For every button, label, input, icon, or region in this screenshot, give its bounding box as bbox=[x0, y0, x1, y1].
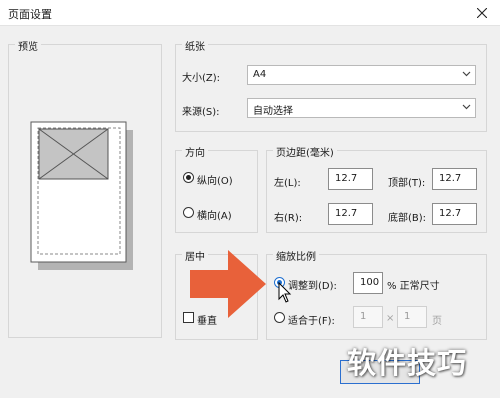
title-bar: 页面设置 bbox=[0, 0, 500, 26]
chevron-down-icon bbox=[462, 71, 471, 77]
adjust-to-suffix: % 正常尺寸 bbox=[387, 281, 440, 292]
orientation-label: 方向 bbox=[182, 144, 208, 159]
margins-group: 页边距(毫米) 左(L): 12.7 顶部(T): 12.7 右(R): 12.… bbox=[266, 144, 487, 233]
scaling-label: 缩放比例 bbox=[273, 248, 319, 263]
margin-left-input[interactable]: 12.7 bbox=[328, 168, 373, 190]
paper-size-select[interactable]: A4 bbox=[247, 65, 476, 85]
margin-top-input[interactable]: 12.7 bbox=[432, 168, 477, 190]
margin-bottom-input[interactable]: 12.7 bbox=[432, 203, 477, 225]
chevron-down-icon bbox=[462, 104, 471, 110]
paper-source-select[interactable]: 自动选择 bbox=[247, 98, 476, 118]
paper-group: 纸张 大小(Z): A4 来源(S): 自动选择 bbox=[175, 38, 487, 132]
adjust-to-label[interactable]: 调整到(D): bbox=[288, 277, 337, 292]
arrow-annotation bbox=[190, 250, 266, 318]
margin-left-label: 左(L): bbox=[274, 178, 301, 189]
window-title: 页面设置 bbox=[8, 8, 52, 21]
scaling-group: 缩放比例 调整到(D): 100 % 正常尺寸 适合于(F): 1 × 1 页 bbox=[266, 248, 487, 340]
orientation-group: 方向 纵向(O) 横向(A) bbox=[175, 144, 258, 233]
fit-to-radio[interactable] bbox=[274, 312, 285, 323]
paper-size-value: A4 bbox=[253, 69, 267, 80]
close-icon bbox=[477, 8, 487, 18]
times-sign: × bbox=[386, 313, 395, 324]
margin-right-input[interactable]: 12.7 bbox=[328, 203, 373, 225]
mouse-cursor-icon bbox=[278, 282, 292, 303]
fit-tall-input[interactable]: 1 bbox=[397, 306, 427, 328]
page-preview bbox=[30, 121, 133, 270]
margins-label: 页边距(毫米) bbox=[273, 144, 337, 159]
close-button[interactable] bbox=[464, 0, 500, 26]
paper-source-label: 来源(S): bbox=[182, 107, 220, 118]
paper-size-label: 大小(Z): bbox=[182, 73, 221, 84]
adjust-to-input[interactable]: 100 bbox=[353, 272, 383, 294]
fit-wide-input[interactable]: 1 bbox=[353, 306, 383, 328]
portrait-radio[interactable] bbox=[183, 172, 194, 183]
landscape-label[interactable]: 横向(A) bbox=[197, 207, 232, 222]
paper-label: 纸张 bbox=[182, 38, 208, 53]
paper-source-value: 自动选择 bbox=[253, 106, 293, 117]
pages-unit: 页 bbox=[432, 316, 442, 327]
margin-top-label: 顶部(T): bbox=[388, 178, 426, 189]
margin-bottom-label: 底部(B): bbox=[388, 213, 427, 224]
landscape-radio[interactable] bbox=[183, 207, 194, 218]
fit-to-label[interactable]: 适合于(F): bbox=[288, 312, 335, 327]
portrait-label[interactable]: 纵向(O) bbox=[197, 172, 233, 187]
watermark-text: 软件技巧 bbox=[347, 346, 468, 380]
margin-right-label: 右(R): bbox=[274, 213, 303, 224]
preview-group: 预览 bbox=[8, 38, 162, 338]
